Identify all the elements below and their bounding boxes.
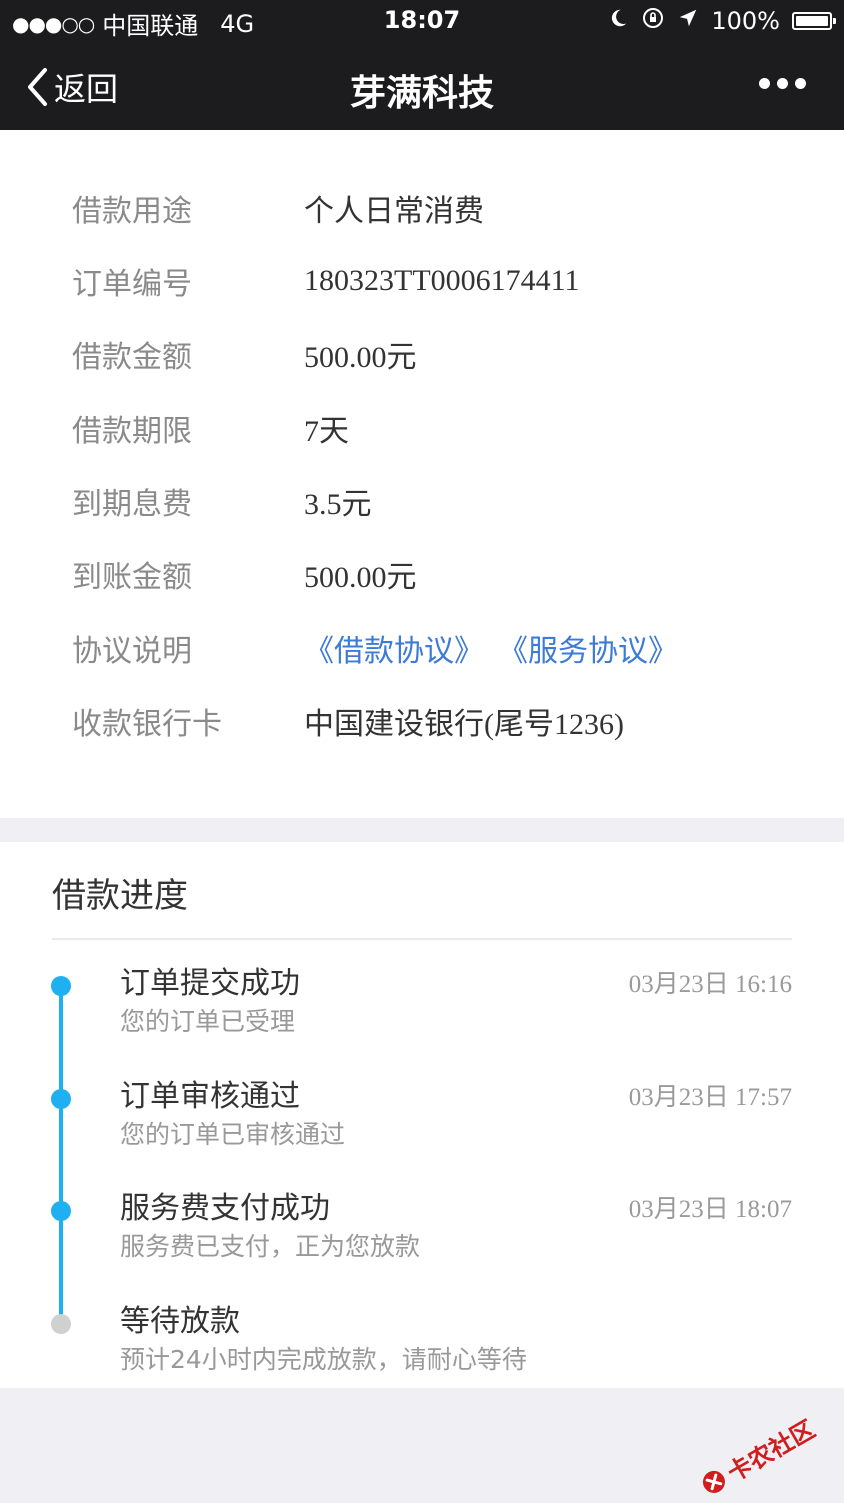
battery-icon bbox=[792, 12, 836, 30]
divider bbox=[52, 938, 792, 940]
rotation-lock-icon bbox=[641, 6, 665, 36]
step-description: 预计24小时内完成放款，请耐心等待 bbox=[120, 1345, 527, 1374]
detail-row-term: 借款期限 7天 bbox=[72, 398, 844, 458]
location-arrow-icon bbox=[677, 7, 699, 35]
more-dot-icon bbox=[795, 78, 806, 89]
detail-row-interest: 到期息费 3.5元 bbox=[72, 471, 844, 531]
detail-label: 收款银行卡 bbox=[72, 707, 222, 742]
step-description: 您的订单已受理 bbox=[120, 1007, 296, 1036]
step-time: 03月23日 16:16 bbox=[628, 971, 792, 998]
detail-value: 7天 bbox=[304, 415, 349, 448]
step-time: 03月23日 17:57 bbox=[628, 1084, 792, 1111]
detail-label: 到账金额 bbox=[72, 560, 192, 595]
step-title: 订单审核通过 bbox=[120, 1079, 300, 1114]
step-done-dot-icon bbox=[51, 1201, 71, 1221]
navigation-bar: 返回 芽满科技 bbox=[0, 44, 844, 130]
step-description: 您的订单已审核通过 bbox=[120, 1120, 346, 1149]
step-title: 等待放款 bbox=[120, 1304, 240, 1339]
detail-value: 180323TT0006174411 bbox=[304, 264, 580, 297]
page-title: 芽满科技 bbox=[349, 73, 494, 114]
step-time: 03月23日 18:07 bbox=[628, 1196, 792, 1223]
progress-title: 借款进度 bbox=[52, 876, 188, 916]
step-title: 订单提交成功 bbox=[120, 966, 300, 1001]
detail-value: 500.00元 bbox=[304, 561, 417, 594]
detail-label: 借款期限 bbox=[72, 414, 192, 449]
loan-details-card: 借款用途 个人日常消费 订单编号 180323TT0006174411 借款金额… bbox=[0, 130, 844, 818]
community-watermark: 卡农社区 bbox=[694, 1410, 821, 1503]
detail-label: 借款用途 bbox=[72, 194, 192, 229]
service-agreement-link[interactable]: 《服务协议》 bbox=[498, 626, 678, 670]
timeline-line bbox=[59, 985, 63, 1323]
detail-label: 协议说明 bbox=[72, 634, 192, 669]
step-description: 服务费已支付，正为您放款 bbox=[120, 1232, 421, 1261]
detail-row-purpose: 借款用途 个人日常消费 bbox=[72, 178, 844, 238]
loan-agreement-link[interactable]: 《借款协议》 bbox=[304, 626, 484, 670]
detail-value: 500.00元 bbox=[304, 341, 417, 374]
step-done-dot-icon bbox=[51, 976, 71, 996]
step-done-dot-icon bbox=[51, 1089, 71, 1109]
detail-row-order-number: 订单编号 180323TT0006174411 bbox=[72, 251, 844, 311]
more-options-button[interactable] bbox=[759, 78, 806, 89]
more-dot-icon bbox=[777, 78, 788, 89]
detail-row-bank-card: 收款银行卡 中国建设银行(尾号1236) bbox=[72, 691, 844, 751]
loan-progress-card: 借款进度 订单提交成功 您的订单已受理 03月23日 16:16 订单审核通过 … bbox=[0, 842, 844, 1388]
detail-label: 借款金额 bbox=[72, 340, 192, 375]
battery-percent: 100% bbox=[711, 7, 780, 35]
detail-label: 订单编号 bbox=[72, 267, 192, 302]
detail-row-agreements: 协议说明 《借款协议》 《服务协议》 bbox=[72, 618, 844, 678]
detail-value: 3.5元 bbox=[304, 488, 372, 521]
detail-label: 到期息费 bbox=[72, 487, 192, 522]
detail-value: 个人日常消费 bbox=[304, 194, 484, 229]
detail-row-received-amount: 到账金额 500.00元 bbox=[72, 544, 844, 604]
step-title: 服务费支付成功 bbox=[120, 1191, 330, 1226]
more-dot-icon bbox=[759, 78, 770, 89]
moon-icon bbox=[607, 7, 629, 35]
top-bar: ●●●○○ 中国联通 4G 18:07 100% 返回 芽满科技 bbox=[0, 0, 844, 130]
step-pending-dot-icon bbox=[51, 1314, 71, 1334]
detail-value: 中国建设银行(尾号1236) bbox=[304, 708, 624, 741]
watermark-text: 卡农社区 bbox=[722, 1415, 820, 1488]
detail-row-amount: 借款金额 500.00元 bbox=[72, 324, 844, 384]
status-bar: ●●●○○ 中国联通 4G 18:07 100% bbox=[0, 0, 844, 44]
